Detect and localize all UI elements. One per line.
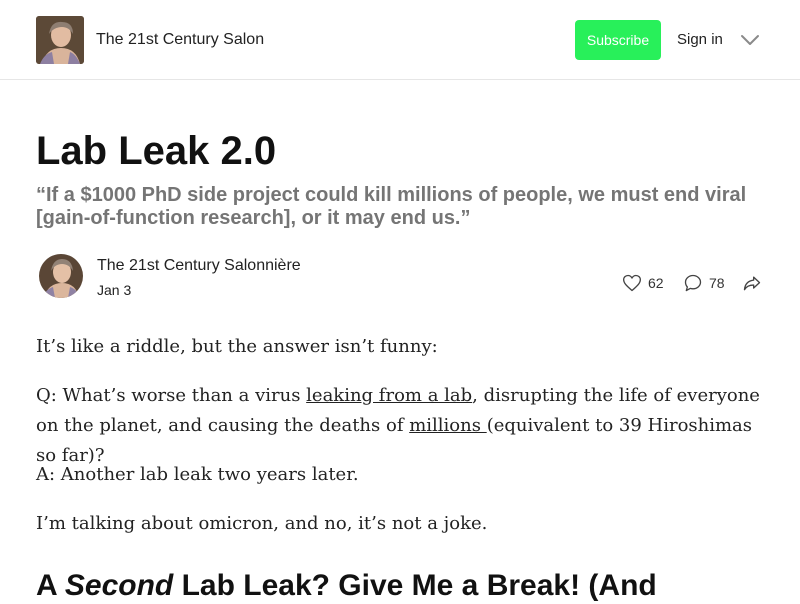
comment-bubble-icon <box>684 274 702 292</box>
top-navigation-bar: The 21st Century Salon Subscribe Sign in <box>0 0 800 80</box>
section-heading: A Second Lab Leak? Give Me a Break! (And <box>36 568 657 604</box>
body-paragraph-3: A: Another lab leak two years later. <box>36 464 359 485</box>
post-date: Jan 3 <box>97 282 132 298</box>
post-subtitle: “If a $1000 PhD side project could kill … <box>36 184 747 229</box>
author-name[interactable]: The 21st Century Salonnière <box>97 257 301 275</box>
publication-logo[interactable] <box>36 16 84 64</box>
comment-count: 78 <box>709 275 725 291</box>
subscribe-button[interactable]: Subscribe <box>575 20 661 60</box>
heart-icon <box>623 274 641 292</box>
body-paragraph-4: I’m talking about omicron, and no, it’s … <box>36 513 488 534</box>
comments-button[interactable]: 78 <box>683 272 729 294</box>
share-arrow-icon <box>743 276 761 291</box>
author-avatar[interactable] <box>39 254 83 298</box>
lab-leak-link[interactable]: leaking from a lab <box>306 385 472 406</box>
section-heading-end: Lab Leak? Give Me a Break! (And <box>173 569 657 602</box>
section-heading-emphasis: Second <box>64 569 174 602</box>
like-button[interactable]: 62 <box>622 272 668 294</box>
share-button[interactable] <box>742 272 764 294</box>
paragraph-2-text-start: Q: What’s worse than a virus <box>36 385 307 406</box>
post-title: Lab Leak 2.0 <box>36 129 277 173</box>
chevron-down-icon <box>741 35 759 45</box>
publication-name[interactable]: The 21st Century Salon <box>96 31 264 49</box>
body-paragraph-1: It’s like a riddle, but the answer isn’t… <box>36 336 438 357</box>
portrait-painting-icon <box>36 16 84 64</box>
account-menu-toggle[interactable] <box>740 33 760 47</box>
sign-in-link[interactable]: Sign in <box>677 31 723 48</box>
body-paragraph-2: Q: What’s worse than a virus leaking fro… <box>36 381 766 471</box>
section-heading-start: A <box>36 569 65 602</box>
millions-link[interactable]: millions <box>409 415 486 436</box>
like-count: 62 <box>648 275 664 291</box>
author-portrait-icon <box>39 254 83 298</box>
